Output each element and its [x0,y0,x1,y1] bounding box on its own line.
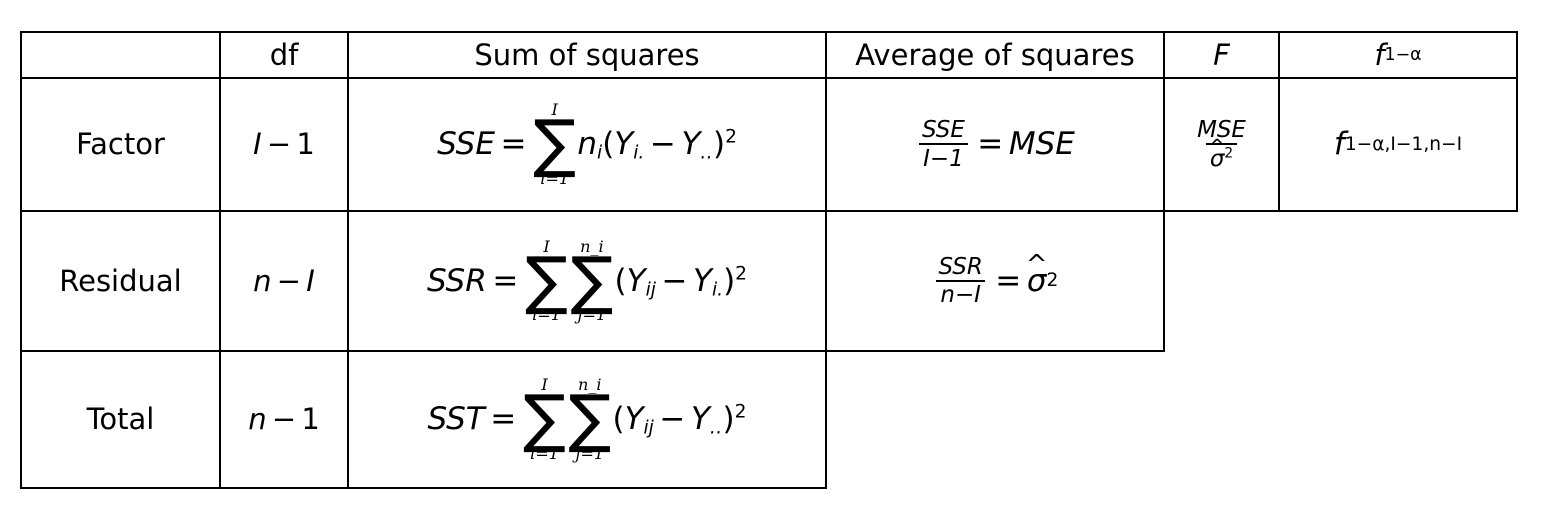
df-total-num: 1 [301,402,320,436]
formula-sigma-hat-squared: SSR n−I = ^ σ 2 [827,212,1163,350]
sst-summation-outer: I ∑ i=1 [523,377,566,461]
sst-body: (Yij − Y..)2 [612,401,747,438]
header-f-critical: f 1−α [1374,37,1422,72]
row-label-residual: Residual [59,263,182,298]
sst-equals: = [490,401,517,437]
df-residual-num: I [306,263,315,298]
sse-term2-sub: .. [700,142,713,164]
sst-minus: − [659,401,686,437]
ssr-power: 2 [735,262,748,284]
sigma-hat-f: ^ σ [1209,136,1225,171]
hat-icon: ^ [1025,249,1048,280]
hat-icon: ^ [1209,134,1226,158]
f-statistic-fraction: MSE ^ σ2 [1193,118,1250,170]
df-factor-op: − [266,127,292,161]
sum-icon: ∑ [533,106,577,181]
sst-sum2-lower: j=1 [575,443,605,463]
f-critical-base: f [1333,126,1345,162]
sse-term1: Y [614,126,634,162]
sigma-hat-equals: = [995,262,1022,299]
header-source [22,33,219,77]
row-label-factor: Factor [76,127,165,161]
sigma-hat-denominator: n−I [936,279,986,307]
ssr-term1-sub: ij [645,279,656,301]
ssr-body: (Yij − Yi.)2 [614,262,748,301]
ssr-lhs: SSR [426,262,487,299]
sst-lparen: ( [612,401,625,437]
df-residual-op: − [276,263,302,298]
sse-term1-sub: i. [633,142,645,164]
sigma-hat-fraction: SSR n−I [934,255,987,307]
sum-icon: ∑ [570,242,614,317]
header-df: df [269,37,299,72]
ssr-lparen: ( [614,262,627,299]
mse-fraction: SSE I−1 [918,117,969,171]
header-f-critical-base: f [1374,37,1385,72]
sigma-hat-numerator: SSR [938,253,983,280]
formula-sst: SST = I ∑ i=1 n_i ∑ j=1 (Yij − Y..)2 [349,352,825,487]
sst-summation-inner: n_i ∑ j=1 [568,377,611,461]
ssr-summation-outer: I ∑ i=1 [525,238,568,325]
sse-summation: I ∑ i=1 [533,102,576,186]
df-residual-var: n [253,263,272,298]
f-statistic-denominator: ^ σ2 [1205,136,1238,171]
sst-term1-sub: ij [643,417,654,439]
sse-term2: Y [681,126,701,162]
df-total: n −1 [221,352,347,487]
mse-numerator: SSE [922,117,965,144]
ssr-summation-inner: n_i ∑ j=1 [570,238,614,325]
ssr-rparen: ) [723,262,736,299]
sse-rparen: ) [712,126,726,162]
sst-term2: Y [690,401,710,437]
df-factor-num: 1 [296,127,315,161]
mse-denominator: I−1 [919,143,968,171]
sse-sum-lower: i=1 [540,168,570,188]
formula-f-critical: f 1−α,I−1,n−I [1333,126,1463,162]
sst-term1: Y [624,401,644,437]
sum-icon: ∑ [525,242,568,317]
formula-f-statistic: MSE ^ σ2 [1165,79,1278,210]
sse-lparen: ( [602,126,615,162]
ssr-sum1-lower: i=1 [532,305,562,325]
ssr-term2: Y [693,262,712,299]
mse-rhs: MSE [1008,126,1075,162]
header-average-of-squares: Average of squares [855,37,1135,72]
header-f-symbol: F [1213,37,1230,72]
sse-equals: = [500,126,527,162]
sst-term2-sub: .. [709,417,723,439]
sigma-hat-residual: ^ σ [1026,252,1048,297]
sse-power: 2 [725,126,737,148]
sigma-power-f: 2 [1224,144,1234,161]
df-total-op: − [271,402,297,436]
df-total-var: n [248,402,267,436]
sum-icon: ∑ [568,381,612,456]
ssr-equals: = [492,262,519,299]
sum-icon: ∑ [523,381,566,456]
sst-power: 2 [734,401,747,423]
ssr-term2-sub: i. [711,279,724,301]
df-factor-var: I [253,127,262,161]
formula-ssr: SSR = I ∑ i=1 n_i ∑ j=1 (Yij − Yi.)2 [349,212,825,350]
df-residual: n − I [221,212,347,350]
ssr-minus: − [661,262,688,299]
header-f: F [1165,33,1278,77]
formula-mse: SSE I−1 = MSE [827,79,1163,210]
sst-rparen: ) [722,401,735,437]
rule-bottom [20,487,827,489]
rule-right-edge [1516,31,1518,212]
sse-body: ni(Yi. − Y..)2 [577,126,737,163]
sse-lhs: SSE [437,126,495,162]
mse-equals: = [977,126,1004,162]
df-factor: I −1 [221,79,347,210]
row-label-total: Total [86,402,155,436]
ssr-term1: Y [626,262,646,299]
anova-table-figure: df Sum of squares Average of squares F f… [0,0,1550,530]
header-sum-of-squares: Sum of squares [474,37,700,72]
sse-minus: − [649,126,676,162]
formula-sse: SSE = I ∑ i=1 ni(Yi. − Y..)2 [349,79,825,210]
ssr-sum2-lower: j=1 [577,305,607,325]
sse-coefficient: n [577,126,598,162]
sst-sum1-lower: i=1 [530,443,559,463]
sst-lhs: SST [427,401,485,437]
